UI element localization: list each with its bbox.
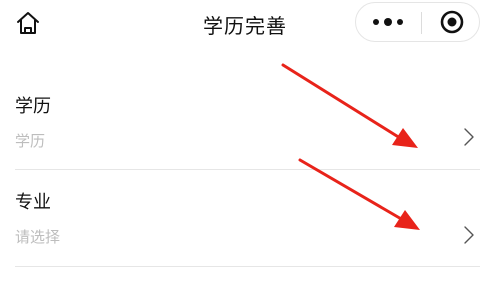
row-divider — [15, 169, 480, 170]
row-divider — [15, 266, 480, 267]
chevron-right-icon — [464, 226, 474, 244]
major-label: 专业 — [15, 192, 51, 213]
major-row[interactable]: 专业 请选择 — [0, 178, 490, 268]
page: 学历完善 学历 学历 专业 请选择 — [0, 0, 490, 295]
navigation-bar: 学历完善 — [0, 0, 490, 48]
education-value: 学历 — [15, 132, 46, 150]
education-label: 学历 — [15, 96, 51, 117]
education-row[interactable]: 学历 学历 — [0, 80, 490, 170]
more-button[interactable] — [356, 3, 418, 41]
target-close-icon — [440, 10, 464, 34]
mini-program-capsule — [355, 2, 480, 42]
chevron-right-icon — [464, 128, 474, 146]
close-button[interactable] — [422, 3, 480, 41]
major-value: 请选择 — [15, 228, 61, 246]
more-dots-icon — [373, 18, 403, 26]
